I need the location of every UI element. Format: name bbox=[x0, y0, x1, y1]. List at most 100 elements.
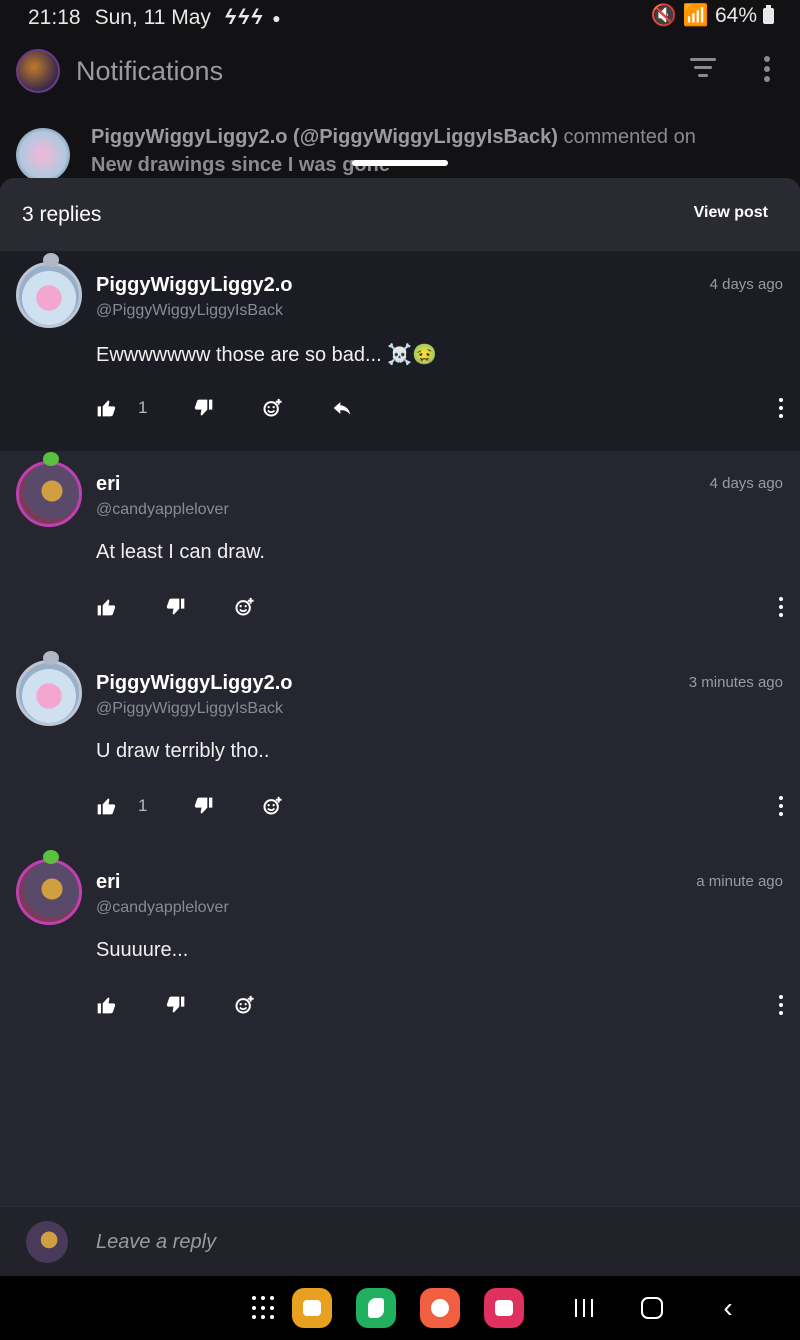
avatar-badge-icon bbox=[43, 452, 59, 466]
add-reaction-button[interactable] bbox=[234, 595, 254, 619]
comment-text: U draw terribly tho.. bbox=[96, 740, 270, 762]
comment-timestamp: a minute ago bbox=[696, 873, 783, 890]
battery-percent: 64% bbox=[714, 4, 757, 27]
files-app-icon[interactable] bbox=[292, 1288, 332, 1328]
comment-more-icon[interactable] bbox=[776, 794, 786, 818]
replies-sheet: 3 replies View post PiggyWiggyLiggy2.o @… bbox=[0, 178, 800, 1276]
status-bar: 21:18 Sun, 11 May ϟϟϟ ● 🔇 📶 64% bbox=[0, 0, 800, 36]
current-user-avatar bbox=[26, 1221, 68, 1263]
comment-actions: 1 bbox=[96, 794, 786, 818]
home-icon[interactable] bbox=[632, 1288, 672, 1328]
phone-app-icon[interactable] bbox=[356, 1288, 396, 1328]
status-right: 🔇 📶 64% bbox=[651, 4, 774, 28]
more-notifications-dot-icon: ● bbox=[272, 10, 281, 26]
comment-author-name[interactable]: eri bbox=[96, 871, 120, 894]
battery-icon bbox=[763, 5, 774, 24]
comment-more-icon[interactable] bbox=[776, 993, 786, 1017]
filter-icon[interactable] bbox=[690, 58, 716, 80]
dislike-button[interactable] bbox=[194, 396, 214, 420]
sheet-drag-handle[interactable] bbox=[352, 160, 448, 166]
add-emoji-icon bbox=[235, 995, 254, 1014]
comment-author-name[interactable]: eri bbox=[96, 473, 120, 496]
app-drawer-icon[interactable] bbox=[244, 1288, 284, 1328]
notification-text: PiggyWiggyLiggy2.o (@PiggyWiggyLiggyIsBa… bbox=[91, 126, 696, 149]
like-button[interactable] bbox=[96, 993, 116, 1017]
comment-actions: 1 bbox=[96, 396, 786, 420]
comment-text: At least I can draw. bbox=[96, 541, 265, 563]
contacts-app-icon[interactable] bbox=[420, 1288, 460, 1328]
reply-bar: Leave a reply bbox=[0, 1206, 800, 1276]
status-time: 21:18 bbox=[28, 6, 81, 29]
mute-icon: 🔇 bbox=[650, 4, 677, 27]
notification-post-title: New drawings since I was gone bbox=[91, 154, 390, 176]
comment-timestamp: 3 minutes ago bbox=[688, 674, 783, 691]
comment-author-handle: @PiggyWiggyLiggyIsBack bbox=[96, 302, 283, 319]
add-emoji-icon bbox=[263, 398, 282, 417]
like-count: 1 bbox=[138, 796, 148, 815]
like-button[interactable]: 1 bbox=[96, 794, 147, 818]
comment-author-handle: @candyapplelover bbox=[96, 501, 229, 518]
dislike-button[interactable] bbox=[166, 993, 186, 1017]
avatar[interactable] bbox=[16, 452, 82, 527]
notification-action: commented on bbox=[557, 126, 696, 148]
reply-input[interactable]: Leave a reply bbox=[96, 1231, 216, 1254]
thumbs-up-icon bbox=[97, 400, 116, 417]
comment-author-handle: @PiggyWiggyLiggyIsBack bbox=[96, 700, 283, 717]
comment-item: PiggyWiggyLiggy2.o @PiggyWiggyLiggyIsBac… bbox=[0, 650, 800, 849]
comment-author-handle: @candyapplelover bbox=[96, 899, 229, 916]
thumbs-up-icon bbox=[97, 997, 116, 1014]
add-reaction-button[interactable] bbox=[262, 794, 282, 818]
reply-count: 3 replies bbox=[22, 202, 102, 226]
comment-text: Suuuure... bbox=[96, 939, 189, 961]
overflow-menu-icon[interactable] bbox=[764, 56, 772, 86]
comment-author-name[interactable]: PiggyWiggyLiggy2.o bbox=[96, 672, 293, 695]
sheet-header: 3 replies View post bbox=[0, 178, 800, 252]
notifications-page-background: 21:18 Sun, 11 May ϟϟϟ ● 🔇 📶 64% Notifica… bbox=[0, 0, 800, 200]
thumbs-down-icon bbox=[166, 996, 185, 1013]
dislike-button[interactable] bbox=[194, 794, 214, 818]
system-nav-bar: ‹ bbox=[0, 1276, 800, 1340]
back-icon[interactable]: ‹ bbox=[708, 1288, 748, 1328]
avatar-badge-icon bbox=[43, 850, 59, 864]
view-post-button[interactable]: View post bbox=[694, 204, 768, 222]
thumbs-up-icon bbox=[97, 599, 116, 616]
dislike-button[interactable] bbox=[166, 595, 186, 619]
comment-timestamp: 4 days ago bbox=[709, 276, 783, 293]
thumbs-down-icon bbox=[194, 399, 213, 416]
comment-author-name[interactable]: PiggyWiggyLiggy2.o bbox=[96, 274, 293, 297]
comment-timestamp: 4 days ago bbox=[709, 475, 783, 492]
comment-actions bbox=[96, 993, 786, 1017]
avatar[interactable] bbox=[16, 253, 82, 328]
like-button[interactable] bbox=[96, 595, 116, 619]
profile-avatar[interactable] bbox=[16, 49, 60, 93]
thumbs-down-icon bbox=[166, 598, 185, 615]
add-emoji-icon bbox=[235, 597, 254, 616]
comment-actions bbox=[96, 595, 786, 619]
comment-more-icon[interactable] bbox=[776, 396, 786, 420]
comment-item: PiggyWiggyLiggy2.o @PiggyWiggyLiggyIsBac… bbox=[0, 252, 800, 451]
comment-item: eri @candyapplelover a minute ago Suuuur… bbox=[0, 849, 800, 1048]
camera-app-icon[interactable] bbox=[484, 1288, 524, 1328]
add-emoji-icon bbox=[263, 796, 282, 815]
avatar[interactable] bbox=[16, 651, 82, 726]
comment-item: eri @candyapplelover 4 days ago At least… bbox=[0, 451, 800, 650]
comment-more-icon[interactable] bbox=[776, 595, 786, 619]
avatar-badge-icon bbox=[43, 253, 59, 267]
thumbs-up-icon bbox=[97, 798, 116, 815]
notification-actor: PiggyWiggyLiggy2.o (@PiggyWiggyLiggyIsBa… bbox=[91, 126, 558, 148]
comment-text: Ewwwwwww those are so bad... ☠️🤢 bbox=[96, 344, 438, 366]
app-header: Notifications bbox=[0, 44, 800, 98]
add-reaction-button[interactable] bbox=[262, 396, 282, 420]
notification-avatar bbox=[16, 128, 70, 182]
notification-item[interactable]: PiggyWiggyLiggy2.o (@PiggyWiggyLiggyIsBa… bbox=[16, 120, 796, 182]
like-count: 1 bbox=[138, 398, 148, 417]
avatar-badge-icon bbox=[43, 651, 59, 665]
recent-apps-icon[interactable] bbox=[564, 1288, 604, 1328]
reply-button[interactable] bbox=[332, 396, 352, 420]
status-date: Sun, 11 May bbox=[94, 6, 211, 29]
add-reaction-button[interactable] bbox=[234, 993, 254, 1017]
avatar[interactable] bbox=[16, 850, 82, 925]
wifi-signal-icon: 📶 bbox=[682, 4, 709, 27]
thumbs-down-icon bbox=[194, 797, 213, 814]
like-button[interactable]: 1 bbox=[96, 396, 147, 420]
